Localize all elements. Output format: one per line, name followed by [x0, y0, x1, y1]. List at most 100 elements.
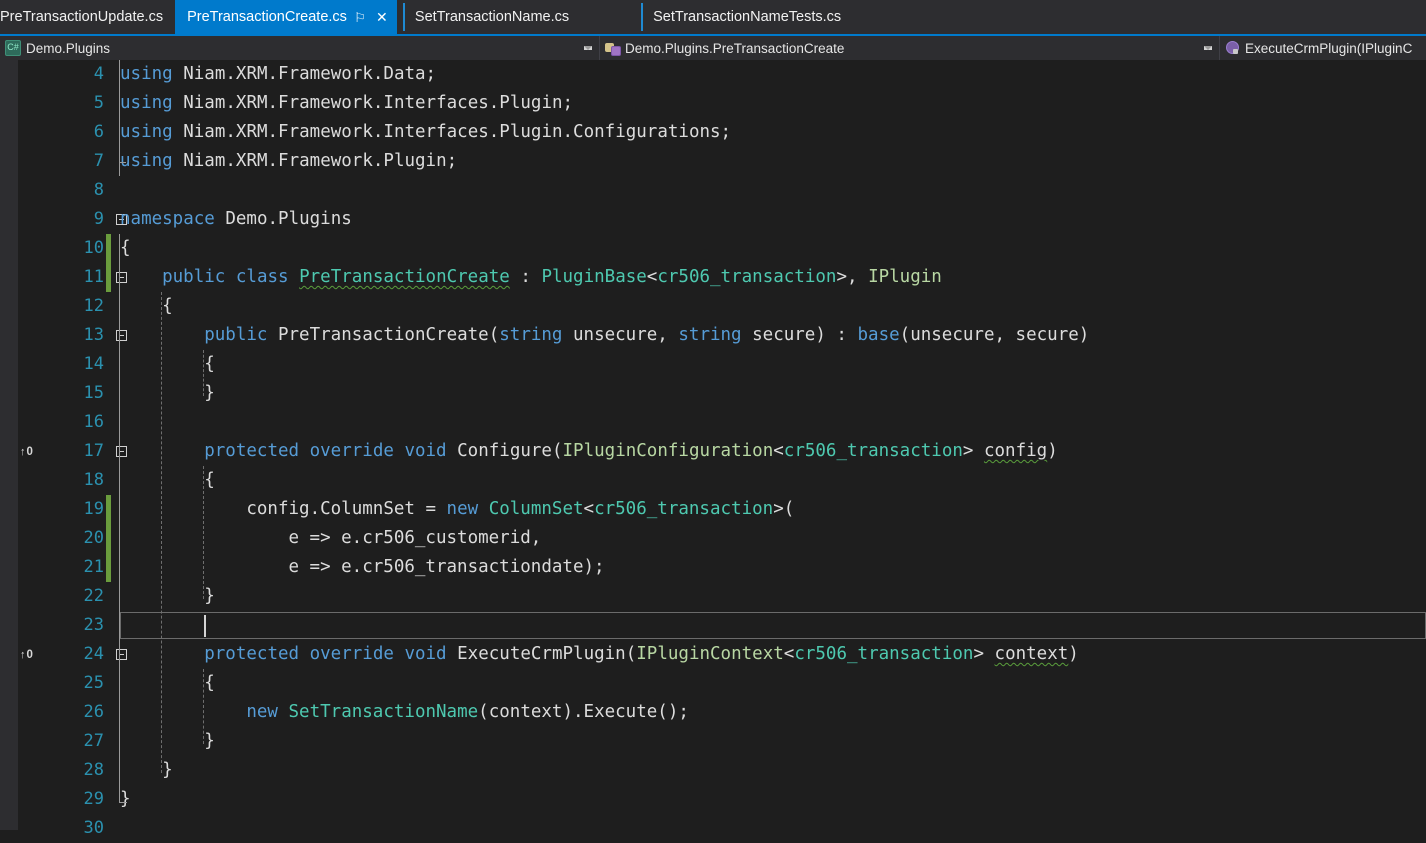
change-indicator-bar: [106, 176, 111, 205]
code-token: (context).Execute();: [478, 702, 689, 722]
collapse-minus-icon: [115, 446, 127, 457]
code-line[interactable]: 19 config.ColumnSet = new ColumnSet<cr506…: [0, 495, 1426, 524]
code-token: SetTransactionName: [288, 702, 479, 722]
document-tab[interactable]: PreTransactionUpdate.cs: [0, 0, 176, 34]
code-line[interactable]: 12 {: [0, 292, 1426, 321]
close-tab-icon[interactable]: ✕: [373, 10, 391, 24]
code-line[interactable]: 10 {: [0, 234, 1426, 263]
document-tab[interactable]: SetTransactionName.cs: [402, 0, 582, 34]
code-token: >(: [773, 499, 795, 519]
code-line[interactable]: 5 using Niam.XRM.Framework.Interfaces.Plu…: [0, 89, 1426, 118]
fold-toggle[interactable]: [114, 263, 128, 292]
code-token: }: [204, 586, 215, 606]
using-block-guide: [119, 60, 120, 176]
code-token: {: [204, 354, 215, 374]
navbar-member-label: ExecuteCrmPlugin(IPluginC: [1245, 40, 1413, 56]
code-token: }: [204, 731, 215, 751]
chevron-down-icon[interactable]: [1204, 46, 1212, 50]
fold-toggle[interactable]: [114, 321, 128, 350]
code-line[interactable]: 22}: [0, 582, 1426, 611]
chevron-down-icon[interactable]: [584, 46, 592, 50]
code-token: override: [309, 441, 394, 461]
line-number: 19: [83, 499, 104, 519]
navbar-type-dropdown[interactable]: Demo.Plugins.PreTransactionCreate: [600, 36, 1220, 60]
code-line[interactable]: 13 public PreTransactionCreate(string uns…: [0, 321, 1426, 350]
code-line[interactable]: 7 using Niam.XRM.Framework.Plugin;: [0, 147, 1426, 176]
code-line[interactable]: 8: [0, 176, 1426, 205]
codelens-reference-count[interactable]: ↑ 0: [20, 437, 52, 466]
code-text: {: [204, 669, 215, 698]
code-line[interactable]: 15}: [0, 379, 1426, 408]
fold-toggle[interactable]: [114, 640, 128, 669]
code-token: <: [783, 644, 795, 664]
code-line[interactable]: 6 using Niam.XRM.Framework.Interfaces.Plu…: [0, 118, 1426, 147]
code-token: {: [204, 470, 215, 490]
code-text: config.ColumnSet = new ColumnSet<cr506_t…: [246, 495, 794, 524]
code-line[interactable]: ↑ 0 17 protected override void Configure(IP…: [0, 437, 1426, 466]
code-line[interactable]: 18 {: [0, 466, 1426, 495]
code-token: {: [162, 296, 173, 316]
change-indicator-bar: [106, 669, 111, 698]
code-line[interactable]: 26 new SetTransactionName(context).Execut…: [0, 698, 1426, 727]
code-token: IPluginConfiguration: [562, 441, 774, 461]
collapse-minus-icon: [115, 649, 127, 660]
code-token: <: [773, 441, 784, 461]
code-line[interactable]: 28}: [0, 756, 1426, 785]
document-tab[interactable]: PreTransactionCreate.cs ⚐ ✕: [175, 0, 397, 34]
code-token: override: [309, 644, 394, 664]
line-number: 25: [83, 673, 104, 693]
document-tab-label: PreTransactionUpdate.cs: [0, 9, 164, 25]
code-line[interactable]: 11 public class PreTransactionCreate : Pl…: [0, 263, 1426, 292]
code-text: }: [120, 785, 131, 814]
change-indicator-bar: [106, 321, 111, 350]
code-token: Demo.Plugins: [214, 209, 352, 229]
navbar-project-dropdown[interactable]: C# Demo.Plugins: [0, 36, 600, 60]
code-line-list: 4 using Niam.XRM.Framework.Data; 5 using Ni…: [0, 60, 1426, 843]
code-text: e => e.cr506_customerid,: [288, 524, 541, 553]
code-text: using Niam.XRM.Framework.Data;: [120, 60, 436, 89]
line-number: 14: [83, 354, 104, 374]
code-token: void: [404, 441, 447, 461]
line-number: 13: [83, 325, 104, 345]
code-line[interactable]: 4 using Niam.XRM.Framework.Data;: [0, 60, 1426, 89]
code-line[interactable]: 29}: [0, 785, 1426, 814]
line-number: 9: [93, 209, 104, 229]
code-line[interactable]: 27}: [0, 727, 1426, 756]
navbar-member-dropdown[interactable]: ExecuteCrmPlugin(IPluginC: [1220, 36, 1426, 60]
code-line[interactable]: 25 {: [0, 669, 1426, 698]
navigation-bar: C# Demo.Plugins Demo.Plugins.PreTransact…: [0, 34, 1426, 60]
code-token: config.ColumnSet =: [246, 499, 447, 519]
code-line[interactable]: ↑ 0 24 protected override void ExecuteCrmPl…: [0, 640, 1426, 669]
document-tab[interactable]: SetTransactionNameTests.cs: [641, 0, 854, 34]
code-token: protected: [204, 644, 300, 664]
code-line[interactable]: 30: [0, 814, 1426, 843]
code-line[interactable]: 9 namespace Demo.Plugins: [0, 205, 1426, 234]
code-editor-surface[interactable]: 4 using Niam.XRM.Framework.Data; 5 using Ni…: [0, 60, 1426, 838]
fold-toggle[interactable]: [114, 437, 128, 466]
codelens-reference-count[interactable]: ↑ 0: [20, 640, 52, 669]
code-line[interactable]: 14 {: [0, 350, 1426, 379]
code-token: ): [1068, 644, 1079, 664]
code-token: Niam.XRM.Framework.Interfaces.Plugin.Con…: [172, 122, 732, 142]
code-token: >: [973, 644, 995, 664]
code-line[interactable]: 23: [0, 611, 1426, 640]
code-token: using: [120, 122, 173, 142]
code-line[interactable]: 21 e => e.cr506_transactiondate);: [0, 553, 1426, 582]
method-icon: [1225, 41, 1240, 55]
code-token: ExecuteCrmPlugin(: [446, 644, 637, 664]
code-text: }: [204, 582, 215, 611]
change-indicator-bar: [106, 524, 111, 553]
code-token: {: [120, 238, 131, 258]
change-indicator-bar: [106, 408, 111, 437]
using-block-guide-foot: [119, 162, 126, 163]
change-indicator-bar: [106, 205, 111, 234]
class-icon: [605, 41, 621, 56]
navbar-type-label: Demo.Plugins.PreTransactionCreate: [625, 40, 845, 56]
code-token: Niam.XRM.Framework.Plugin;: [172, 151, 458, 171]
code-line[interactable]: 16: [0, 408, 1426, 437]
pin-tab-icon[interactable]: ⚐: [351, 11, 369, 24]
code-line[interactable]: 20 e => e.cr506_customerid,: [0, 524, 1426, 553]
